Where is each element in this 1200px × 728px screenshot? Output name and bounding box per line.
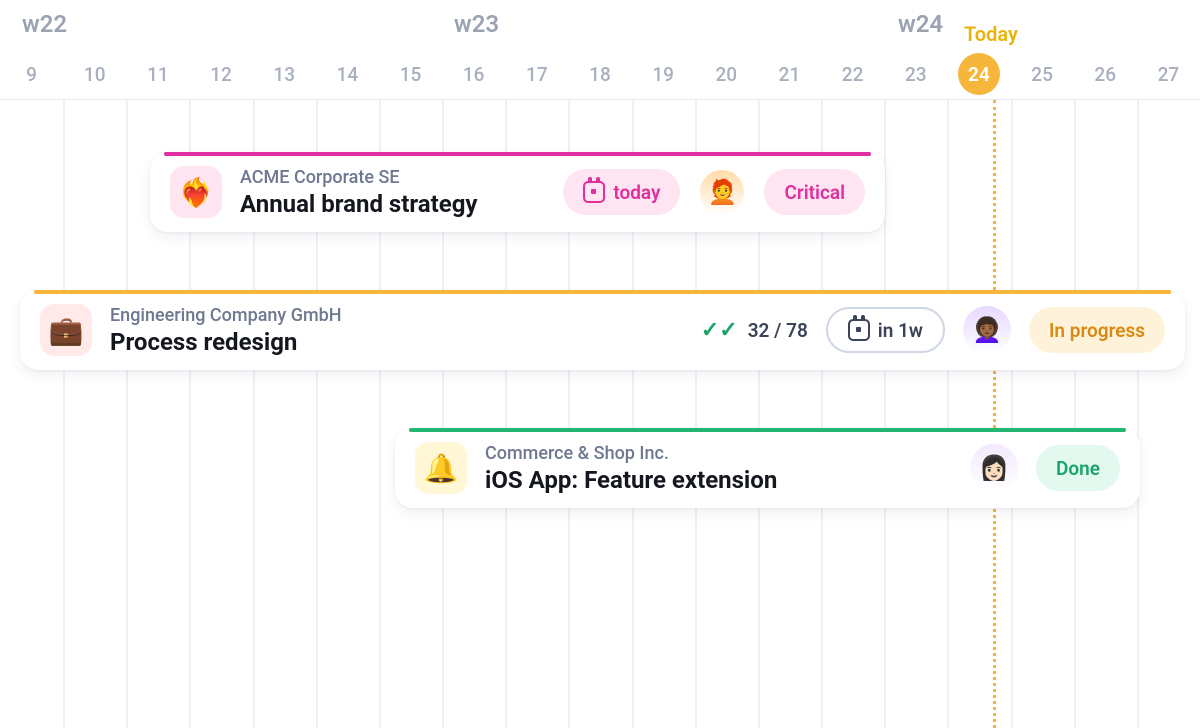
assignee-avatar[interactable]: 👩🏾‍🦱 [963,306,1011,354]
grid-line [947,100,949,728]
due-label: in 1w [878,319,923,342]
double-check-icon: ✓✓ [701,318,738,343]
today-marker-line [993,100,996,728]
status-pill[interactable]: Critical [764,169,865,215]
grid-line [63,100,65,728]
due-pill[interactable]: today [563,169,680,215]
project-title: Annual brand strategy [240,190,478,218]
grid-line [1011,100,1013,728]
day-cell[interactable]: 15 [379,63,442,86]
timeline-body[interactable]: ❤️‍🔥 ACME Corporate SE Annual brand stra… [0,100,1200,728]
day-cell[interactable]: 12 [189,63,252,86]
day-cell[interactable]: 20 [695,63,758,86]
day-cell[interactable]: 9 [0,63,63,86]
calendar-icon [848,319,870,341]
project-card-text: Commerce & Shop Inc. iOS App: Feature ex… [485,443,777,494]
day-cell[interactable]: 16 [442,63,505,86]
today-label: Today [964,22,1018,46]
status-label: Done [1056,457,1100,480]
day-cell[interactable]: 26 [1074,63,1137,86]
day-cell[interactable]: 21 [758,63,821,86]
project-title: Process redesign [110,328,342,356]
project-title: iOS App: Feature extension [485,466,777,494]
project-card-acme[interactable]: ❤️‍🔥 ACME Corporate SE Annual brand stra… [150,152,885,232]
weeks-row: w22 w23 w24 Today [0,0,1200,48]
day-cell[interactable]: 22 [821,63,884,86]
assignee-avatar[interactable]: 🧑‍🦰 [698,168,746,216]
week-label-w23: w23 [454,10,499,38]
project-card-text: Engineering Company GmbH Process redesig… [110,305,342,356]
today-circle: 24 [958,53,1000,95]
heart-icon: ❤️‍🔥 [170,166,222,218]
day-cell[interactable]: 19 [632,63,695,86]
client-name: ACME Corporate SE [240,167,478,188]
project-card-text: ACME Corporate SE Annual brand strategy [240,167,478,218]
due-pill[interactable]: in 1w [826,307,945,353]
day-cell[interactable]: 25 [1011,63,1074,86]
day-cell[interactable]: 14 [316,63,379,86]
day-cell[interactable]: 10 [63,63,126,86]
due-label: today [613,181,660,204]
client-name: Engineering Company GmbH [110,305,342,326]
briefcase-icon: 💼 [40,304,92,356]
days-row: 91011121314151617181920212223 24 252627 [0,48,1200,100]
project-card-commerce[interactable]: 🔔 Commerce & Shop Inc. iOS App: Feature … [395,428,1140,508]
day-cell[interactable]: 27 [1137,63,1200,86]
week-label-w24: w24 [898,10,943,38]
grid-line [126,100,128,728]
grid-line [1137,100,1139,728]
day-cell[interactable]: 11 [126,63,189,86]
project-card-engineering[interactable]: 💼 Engineering Company GmbH Process redes… [20,290,1185,370]
assignee-avatar[interactable]: 👩🏻 [970,444,1018,492]
day-cell[interactable]: 13 [253,63,316,86]
progress-indicator: ✓✓ 32 / 78 [701,318,808,343]
day-cell[interactable]: 23 [884,63,947,86]
status-label: Critical [784,181,845,204]
status-pill[interactable]: Done [1036,445,1120,491]
timeline-header: w22 w23 w24 Today 9101112131415161718192… [0,0,1200,100]
grid-line [1074,100,1076,728]
day-cell[interactable]: 18 [568,63,631,86]
calendar-icon [583,181,605,203]
week-label-w22: w22 [22,10,67,38]
client-name: Commerce & Shop Inc. [485,443,777,464]
day-cell-today[interactable]: 24 [947,53,1010,95]
bell-icon: 🔔 [415,442,467,494]
status-label: In progress [1049,319,1145,342]
progress-value: 32 / 78 [748,319,808,342]
status-pill[interactable]: In progress [1029,307,1165,353]
day-cell[interactable]: 17 [505,63,568,86]
